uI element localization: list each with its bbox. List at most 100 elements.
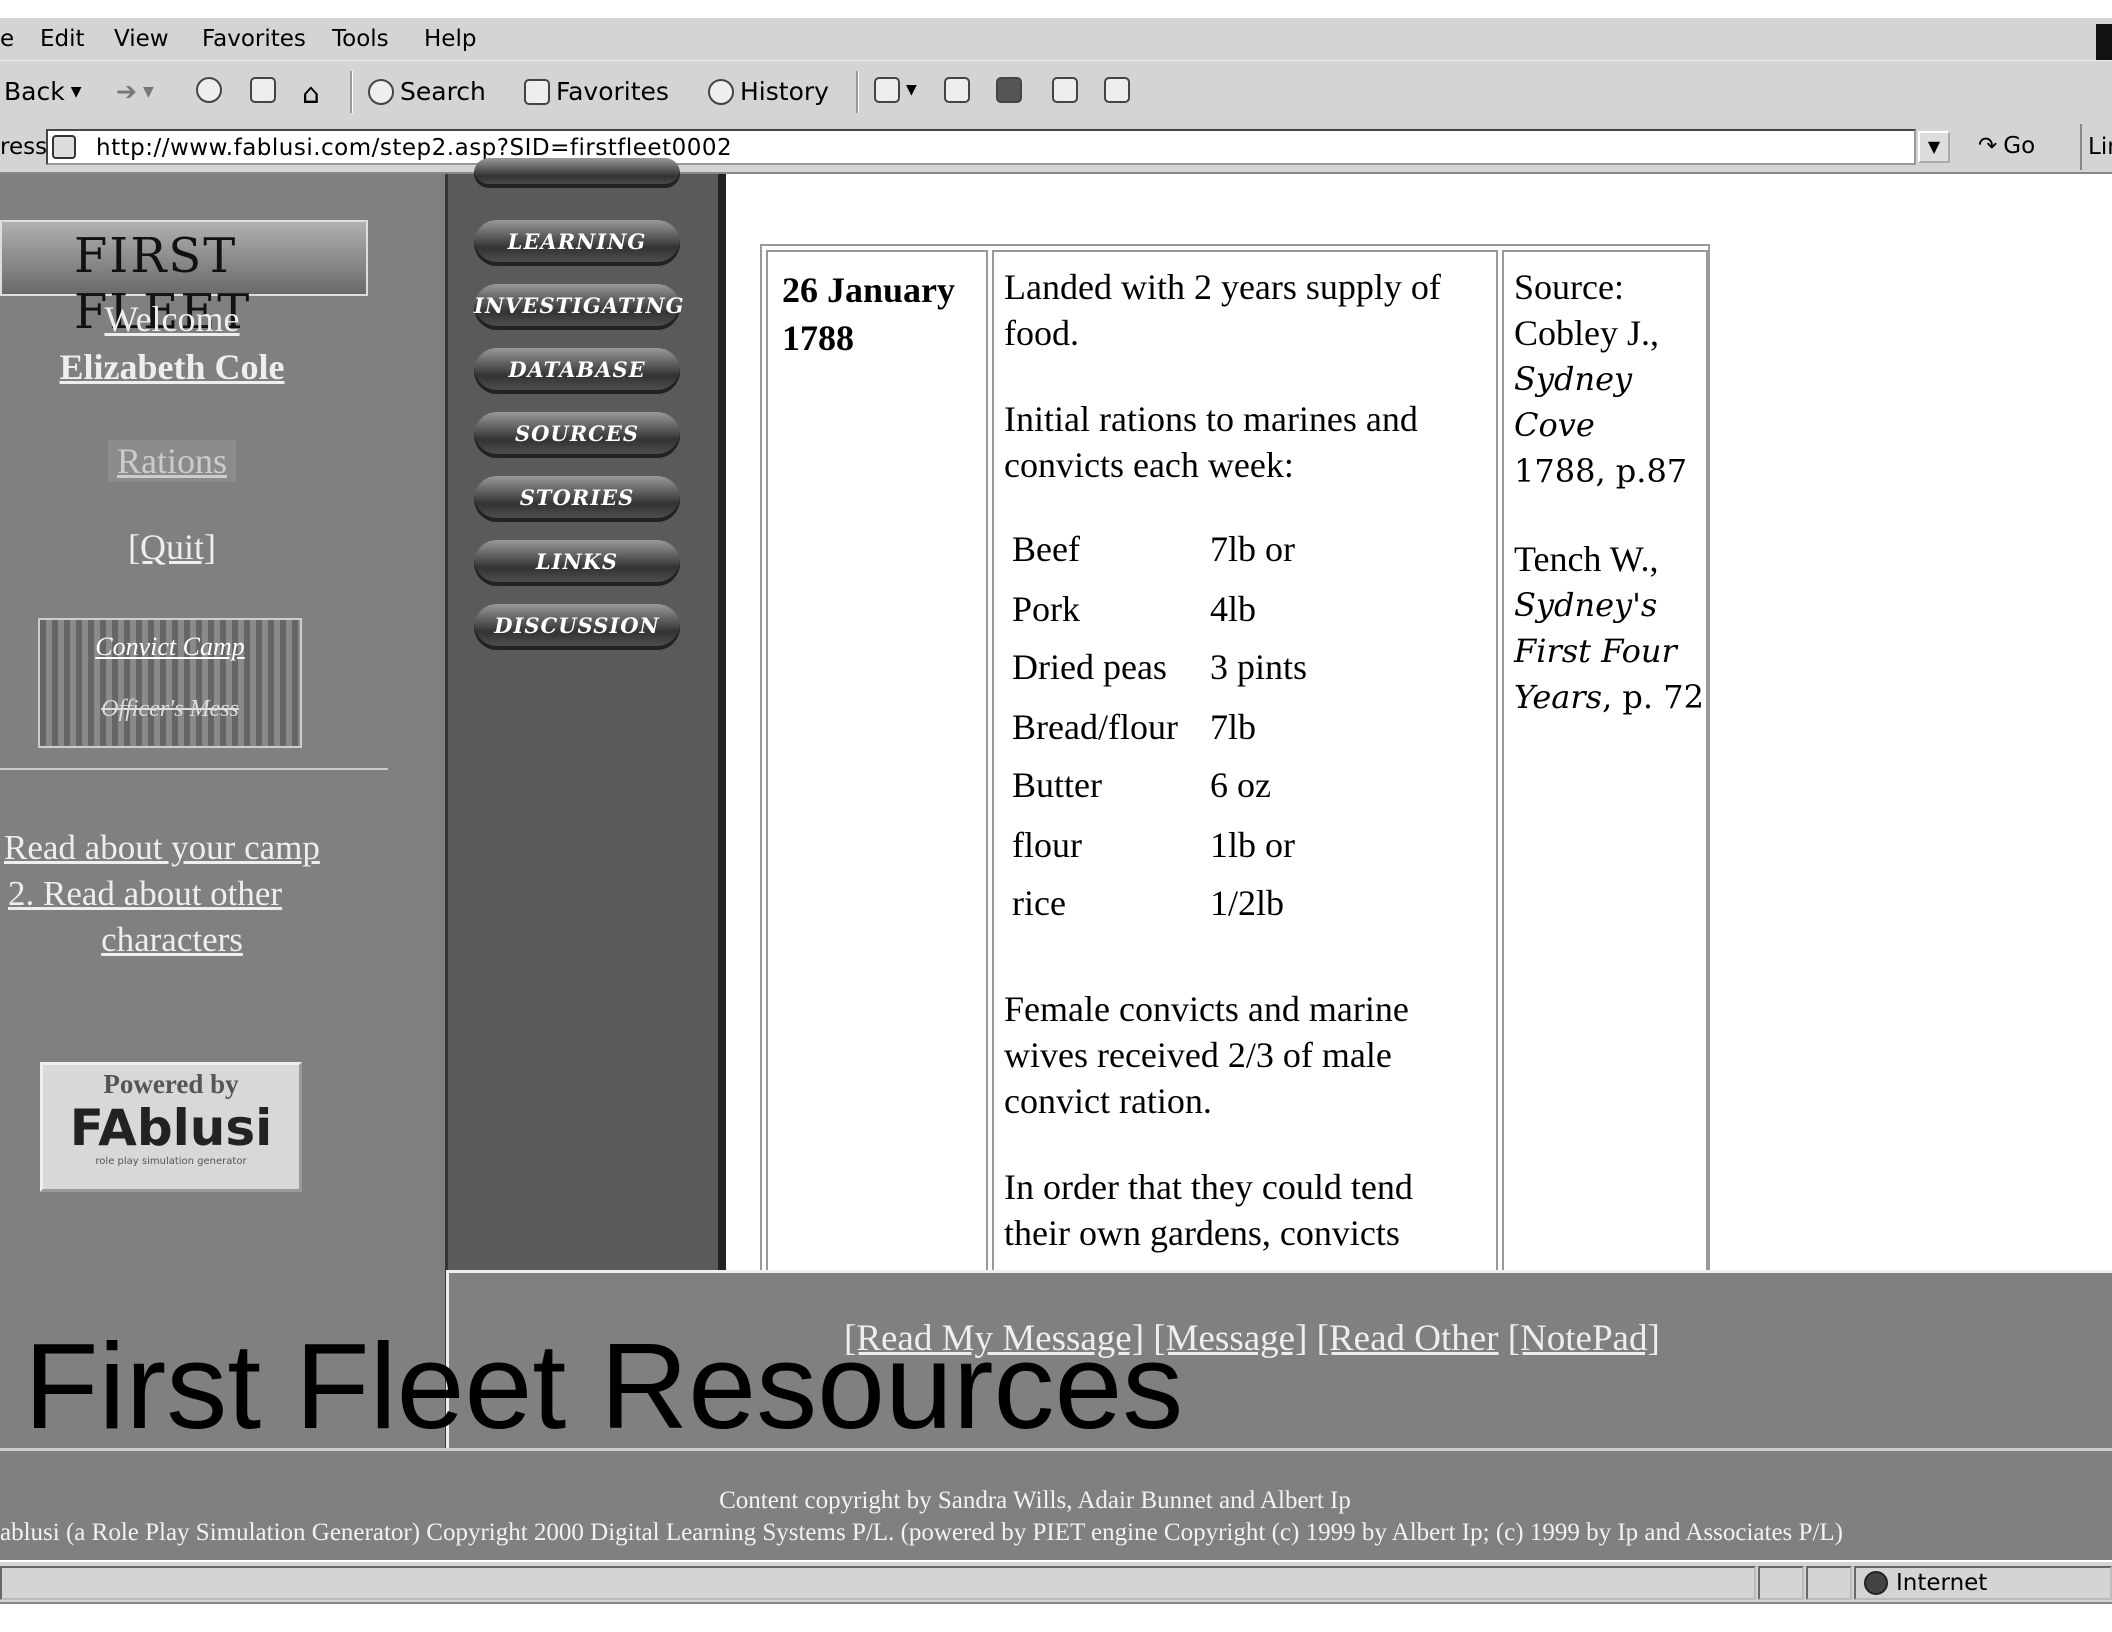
ration-amount: 4lb [1210,589,1257,629]
nav-database[interactable]: DATABASE [474,348,680,394]
chevron-down-icon: ▼ [1927,137,1941,156]
nav-investigating[interactable]: INVESTIGATING [474,284,684,330]
read-other-link[interactable]: [Read Other [1317,1318,1499,1359]
officers-mess-button[interactable]: Officer's Mess [40,696,300,723]
welcome-link[interactable]: Welcome [0,298,344,340]
notepad-link[interactable]: [NotePad] [1508,1318,1660,1359]
globe-icon [1864,1571,1888,1595]
ration-amount: 1lb or [1210,825,1295,865]
status-pane [1758,1566,1804,1600]
stop-icon [196,77,222,103]
first-fleet-logo: FIRST FLEET [0,220,368,340]
convict-camp-button[interactable]: Convict Camp [40,632,300,662]
camp-selector: Convict Camp Officer's Mess [38,618,302,748]
status-text-pane [0,1566,1756,1600]
messenger-icon [1104,77,1130,103]
menu-help[interactable]: Help [424,26,476,52]
ration-row: Pork [1012,589,1081,629]
page-icon [52,135,76,159]
favorites-icon [524,78,550,105]
landed-text: Landed with 2 years supply of food. [1004,267,1441,353]
fablusi-logo: FAblusi [69,1099,273,1157]
record-date: 26 January 1788 [782,270,956,358]
source-label: Source: [1514,267,1624,307]
print-icon [944,77,970,103]
nav-links[interactable]: LINKS [474,540,680,586]
links-label[interactable]: Lin [2088,134,2112,160]
edit-icon [996,77,1022,103]
address-input[interactable]: http://www.fablusi.com/step2.asp?SID=fir… [46,129,1916,165]
read-other-link[interactable]: 2. Read about other [8,874,338,914]
home-icon: ⌂ [302,77,320,110]
history-icon [708,78,734,105]
ration-row: Beef [1012,529,1080,569]
slide-title: First Fleet Resources [24,1318,1184,1454]
go-label: Go [2003,133,2036,159]
edit-button[interactable] [996,77,1022,103]
source-1-detail: 1788, p.87 [1514,452,1688,490]
copyright-line-1: Content copyright by Sandra Wills, Adair… [719,1487,1351,1514]
chevron-down-icon: ▼ [906,82,917,98]
print-button[interactable] [944,77,970,103]
gardens-text: In order that they could tend their own … [1004,1167,1413,1253]
back-label: Back [4,77,65,106]
menu-favorites[interactable]: Favorites [202,26,306,52]
menu-edit[interactable]: Edit [40,26,85,52]
menu-file[interactable]: e [0,26,14,52]
source-2-author: Tench W., [1514,539,1659,579]
home-button[interactable]: ⌂ [302,77,320,110]
search-label: Search [400,77,486,106]
sidebar-frame: FIRST FLEET Welcome Elizabeth Cole Ratio… [0,174,448,1448]
user-name-link[interactable]: Elizabeth Cole [0,346,344,388]
source-2-detail: , p. 72 [1602,678,1704,716]
status-bar: Internet [0,1560,2112,1604]
chevron-down-icon: ▼ [142,83,154,100]
ration-record-table: 26 January 1788 Landed with 2 years supp… [760,244,1710,1274]
forward-button[interactable]: ➔ ▼ [116,77,154,106]
window-corner [2096,24,2112,64]
ration-row: Bread/flour [1012,707,1178,747]
powered-by-badge[interactable]: Powered by FAblusi role play simulation … [40,1062,302,1192]
search-icon [368,78,394,105]
address-dropdown-button[interactable]: ▼ [1918,131,1950,163]
copyright-line-2: ablusi (a Role Play Simulation Generator… [0,1519,1843,1546]
history-button[interactable]: History [708,77,829,106]
discuss-button[interactable] [1052,77,1078,103]
characters-link[interactable]: characters [0,920,344,960]
source-1: Source: Cobley J., Sydney Cove 1788, p.8… [1514,264,1704,494]
toolbar-separator [350,71,353,113]
menu-tools[interactable]: Tools [332,26,389,52]
copyright-footer: Content copyright by Sandra Wills, Adair… [0,1448,2112,1560]
read-camp-link[interactable]: Read about your camp [0,828,380,868]
nav-learning[interactable]: LEARNING [474,220,680,266]
date-cell: 26 January 1788 [766,250,988,1272]
search-button[interactable]: Search [368,77,486,106]
menu-bar: e Edit View Favorites Tools Help [0,18,2112,60]
ration-amount: 6 oz [1210,765,1271,805]
ration-row: flour [1012,825,1082,865]
source-cell: Source: Cobley J., Sydney Cove 1788, p.8… [1502,250,1708,1272]
content-frame: 26 January 1788 Landed with 2 years supp… [726,174,2112,1274]
nav-discussion[interactable]: DISCUSSION [474,604,680,650]
nav-button-top[interactable] [474,158,680,188]
details-cell: Landed with 2 years supply of food. Init… [992,250,1498,1272]
nav-sources[interactable]: SOURCES [474,412,680,458]
ration-amount: 3 pints [1210,647,1308,687]
menu-view[interactable]: View [114,26,169,52]
nav-stories[interactable]: STORIES [474,476,680,522]
back-button[interactable]: Back ▼ [4,77,81,106]
refresh-button[interactable] [250,77,276,103]
refresh-icon [250,77,276,103]
rations-link[interactable]: Rations [108,440,236,482]
chevron-down-icon[interactable]: ▼ [71,84,82,100]
go-button[interactable]: ↷ Go [1978,133,2035,159]
favorites-label: Favorites [556,77,669,106]
status-pane [1806,1566,1852,1600]
favorites-button[interactable]: Favorites [524,77,669,106]
mail-button[interactable]: ▼ [874,77,917,103]
quit-link[interactable]: [Quit] [0,526,344,568]
fablusi-tagline: role play simulation generator [95,1156,247,1167]
stop-button[interactable] [196,77,222,103]
messenger-button[interactable] [1104,77,1130,103]
discuss-icon [1052,77,1078,103]
